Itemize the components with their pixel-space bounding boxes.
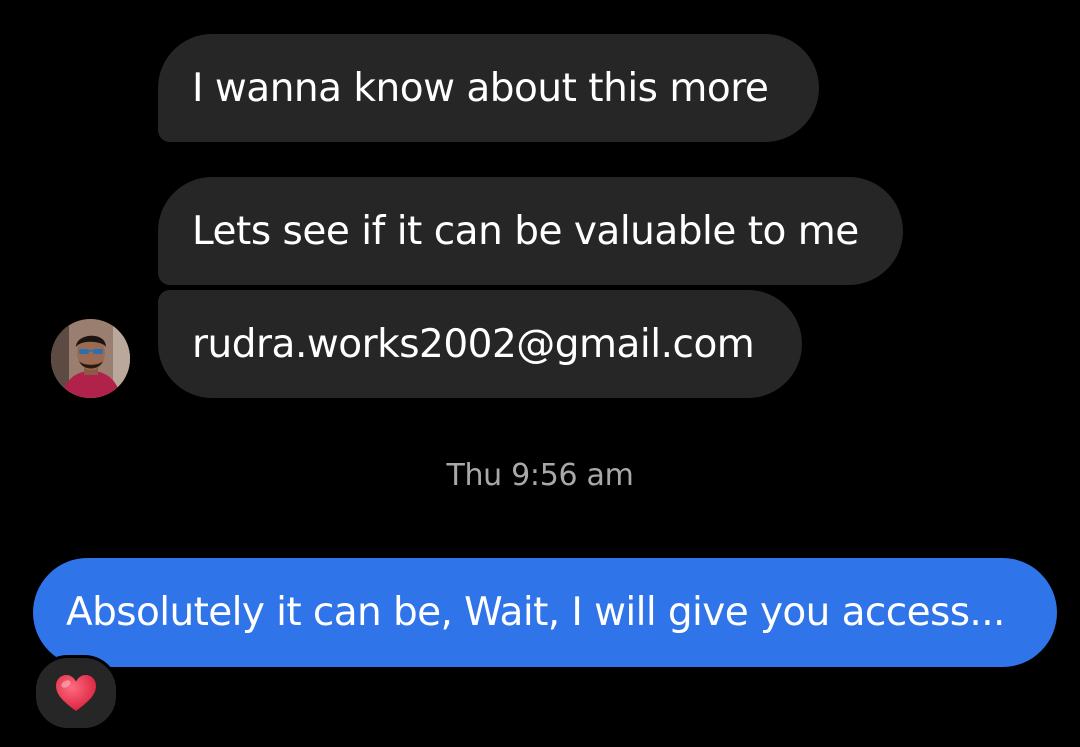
- incoming-message-bubble[interactable]: Lets see if it can be valuable to me: [158, 177, 903, 285]
- message-text: Absolutely it can be, Wait, I will give …: [66, 590, 1005, 635]
- avatar-photo: [51, 319, 130, 398]
- message-timestamp: Thu 9:56 am: [446, 458, 634, 493]
- sender-avatar[interactable]: [51, 319, 130, 398]
- message-text: I wanna know about this more: [192, 65, 769, 111]
- incoming-message-bubble[interactable]: I wanna know about this more: [158, 34, 819, 142]
- reaction-badge[interactable]: [33, 655, 119, 731]
- message-text: rudra.works2002@gmail.com: [192, 321, 755, 367]
- incoming-message-bubble[interactable]: rudra.works2002@gmail.com: [158, 290, 802, 398]
- heart-icon: [56, 675, 96, 711]
- outgoing-message-bubble[interactable]: Absolutely it can be, Wait, I will give …: [33, 558, 1057, 667]
- message-text: Lets see if it can be valuable to me: [192, 208, 859, 254]
